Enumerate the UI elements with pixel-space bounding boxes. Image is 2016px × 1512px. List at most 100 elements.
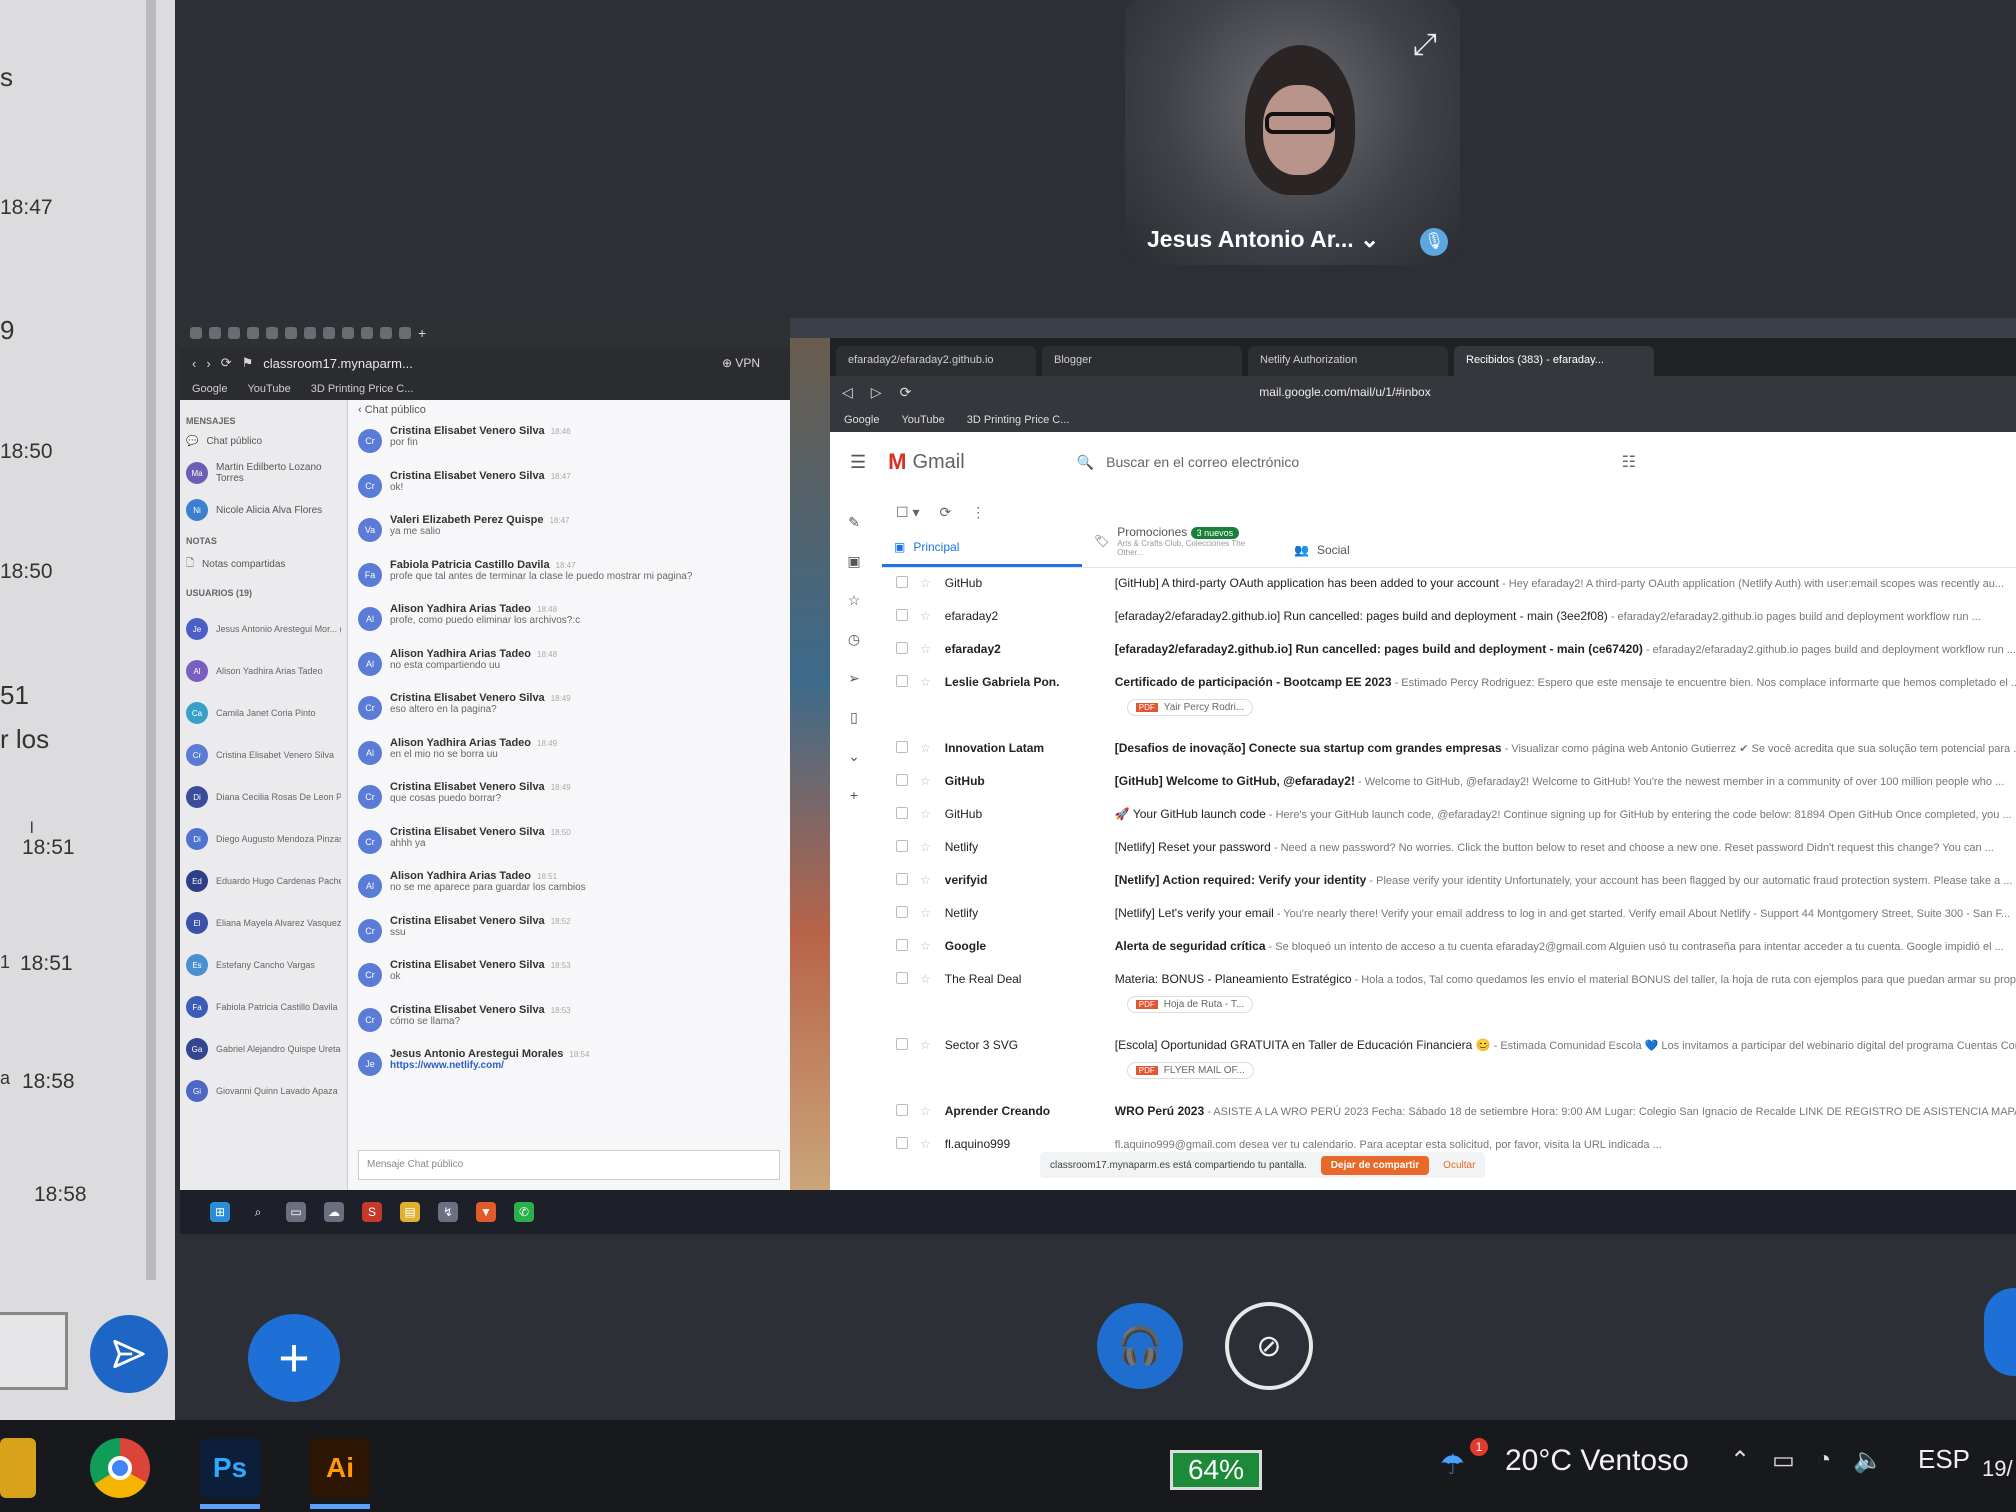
illustrator-icon[interactable]: Ai	[310, 1438, 370, 1498]
participant-video[interactable]: ⤢ Jesus Antonio Ar... ⌄ 🎙	[1125, 0, 1460, 265]
sent-icon[interactable]: ➢	[848, 670, 860, 687]
chat-compose-input[interactable]: Mensaje Chat público	[358, 1150, 780, 1180]
search-options-icon[interactable]: ☷	[1622, 452, 1636, 472]
snoozed-icon[interactable]: ◷	[848, 631, 860, 648]
user-item[interactable]: Di Diego Augusto Mendoza Pinzas	[186, 818, 341, 860]
email-checkbox[interactable]	[896, 1137, 908, 1149]
forward-icon[interactable]: ›	[206, 356, 210, 371]
email-checkbox[interactable]	[896, 576, 908, 588]
tab-gmail[interactable]: Recibidos (383) - efaraday...	[1454, 346, 1654, 376]
email-row[interactable]: ☆ GitHub [GitHub] Welcome to GitHub, @efar…	[882, 766, 2016, 799]
user-item[interactable]: Fa Fabiola Patricia Castillo Davila	[186, 986, 341, 1028]
participant-name[interactable]: Jesus Antonio Ar... ⌄	[1147, 226, 1379, 253]
camera-button[interactable]: ⊘	[1225, 1302, 1313, 1390]
volume-icon[interactable]: 🔈	[1853, 1446, 1883, 1475]
address-bar[interactable]: classroom17.mynaparm...	[263, 356, 413, 371]
weather-widget[interactable]: 20°C Ventoso	[1505, 1444, 1689, 1478]
user-item[interactable]: Ed Eduardo Hugo Cardenas Pacheco	[186, 860, 341, 902]
user-item[interactable]: Di Diana Cecilia Rosas De Leon Pérez	[186, 776, 341, 818]
user-item[interactable]: Es Estefany Cancho Vargas	[186, 944, 341, 986]
select-all-checkbox[interactable]: ☐ ▾	[896, 504, 919, 521]
tab-github-repo[interactable]: efaraday2/efaraday2.github.io	[836, 346, 1036, 376]
tab-principal[interactable]: ▣ Principal	[882, 540, 1082, 567]
user-item[interactable]: Gi Giovanni Quinn Lavado Apaza	[186, 1070, 341, 1112]
tab-netlify[interactable]: Netlify Authorization	[1248, 346, 1448, 376]
tab-blogger[interactable]: Blogger	[1042, 346, 1242, 376]
email-row[interactable]: ☆ Netlify [Netlify] Reset your password - …	[882, 832, 2016, 865]
brave-browser-icon[interactable]: ▼	[476, 1202, 496, 1222]
email-checkbox[interactable]	[896, 906, 908, 918]
tab-icon[interactable]	[190, 327, 202, 339]
stop-sharing-button[interactable]: Dejar de compartir	[1320, 1155, 1430, 1175]
refresh-icon[interactable]: ⟳	[939, 504, 951, 521]
hide-notice-button[interactable]: Ocultar	[1443, 1160, 1475, 1171]
browser-tab-strip[interactable]: +	[180, 318, 790, 348]
attachment-chip[interactable]: PDF FLYER MAIL OF...	[1126, 1062, 1254, 1079]
email-row[interactable]: ☆ GitHub [GitHub] A third-party OAuth appl…	[882, 568, 2016, 601]
whatsapp-icon[interactable]: ✆	[514, 1202, 534, 1222]
more-options-icon[interactable]: ⋮	[971, 504, 985, 521]
fullscreen-icon[interactable]: ⤢	[1408, 28, 1442, 62]
bookmark-youtube[interactable]: YouTube	[901, 414, 944, 426]
bookmark-google[interactable]: Google	[844, 414, 879, 426]
tab-icon[interactable]	[304, 327, 316, 339]
compose-icon[interactable]: ✎	[848, 514, 860, 531]
attachment-chip[interactable]: PDF Hoja de Ruta - T...	[1126, 996, 1254, 1013]
email-checkbox[interactable]	[896, 807, 908, 819]
email-checkbox[interactable]	[896, 873, 908, 885]
reload-icon[interactable]: ⟳	[900, 384, 912, 401]
new-tab-icon[interactable]: +	[418, 325, 426, 341]
folder-icon[interactable]: ▤	[400, 1202, 420, 1222]
email-checkbox[interactable]	[896, 939, 908, 951]
email-row[interactable]: ☆ verifyid [Netlify] Action required: Veri…	[882, 865, 2016, 898]
wifi-icon[interactable]: ◔	[1817, 1446, 1832, 1475]
star-icon[interactable]: ☆	[920, 576, 931, 590]
clock-date[interactable]: 19/	[1982, 1456, 2013, 1482]
app-icon[interactable]: ↯	[438, 1202, 458, 1222]
star-icon[interactable]: ☆	[920, 774, 931, 788]
address-bar[interactable]: mail.google.com/mail/u/1/#inbox	[1259, 385, 1430, 399]
plus-button[interactable]: +	[248, 1314, 340, 1402]
bookmark-google[interactable]: Google	[192, 383, 227, 395]
chat-header[interactable]: ‹ Chat público	[348, 400, 790, 422]
battery-indicator[interactable]: 64%	[1170, 1450, 1262, 1490]
public-chat-item[interactable]: 💬 Chat público	[186, 436, 341, 447]
tab-icon[interactable]	[361, 327, 373, 339]
windows-start-icon[interactable]: ⊞	[210, 1202, 230, 1222]
forward-icon[interactable]: ▷	[871, 384, 882, 401]
task-view-icon[interactable]: ▭	[286, 1202, 306, 1222]
app-icon[interactable]: S	[362, 1202, 382, 1222]
language-indicator[interactable]: ESP	[1918, 1444, 1970, 1475]
chevron-up-icon[interactable]: ⌃	[1730, 1446, 1750, 1475]
direct-message-item[interactable]: Ma Martin Edilberto Lozano Torres	[186, 462, 341, 484]
star-icon[interactable]: ☆	[920, 609, 931, 623]
back-icon[interactable]: ◁	[842, 384, 853, 401]
email-row[interactable]: ☆ Sector 3 SVG [Escola] Oportunidad GRATUI…	[882, 1030, 2016, 1096]
user-item[interactable]: El Eliana Mayela Alvarez Vasquez	[186, 902, 341, 944]
direct-message-item[interactable]: Ni Nicole Alicia Alva Flores	[186, 499, 341, 521]
email-checkbox[interactable]	[896, 840, 908, 852]
star-icon[interactable]: ☆	[920, 1137, 931, 1151]
tab-social[interactable]: 👥 Social	[1282, 543, 1482, 567]
star-icon[interactable]: ☆	[920, 939, 931, 953]
star-icon[interactable]: ☆	[920, 807, 931, 821]
add-label-icon[interactable]: +	[850, 787, 858, 803]
user-item[interactable]: Ca Camila Janet Coria Pinto	[186, 692, 341, 734]
email-row[interactable]: ☆ The Real Deal Materia: BONUS - Planeamie…	[882, 964, 2016, 1030]
mail-search[interactable]: 🔍 Buscar en el correo electrónico	[1077, 454, 1597, 471]
email-row[interactable]: ☆ Netlify [Netlify] Let's verify your emai…	[882, 898, 2016, 931]
message-input[interactable]	[0, 1312, 68, 1390]
drafts-icon[interactable]: ▯	[850, 709, 858, 726]
bookmark-icon[interactable]: ⚑	[242, 355, 254, 371]
star-icon[interactable]: ☆	[920, 642, 931, 656]
side-panel-button[interactable]	[1984, 1288, 2016, 1376]
bookmark-3d-printing[interactable]: 3D Printing Price C...	[311, 383, 414, 395]
battery-icon[interactable]: ▭	[1772, 1446, 1795, 1475]
tab-icon[interactable]	[399, 327, 411, 339]
star-icon[interactable]: ☆	[920, 1104, 931, 1118]
starred-icon[interactable]: ☆	[848, 592, 861, 609]
star-icon[interactable]: ☆	[920, 906, 931, 920]
bookmark-youtube[interactable]: YouTube	[247, 383, 290, 395]
email-row[interactable]: ☆ efaraday2 [efaraday2/efaraday2.github.io…	[882, 634, 2016, 667]
tab-icon[interactable]	[380, 327, 392, 339]
